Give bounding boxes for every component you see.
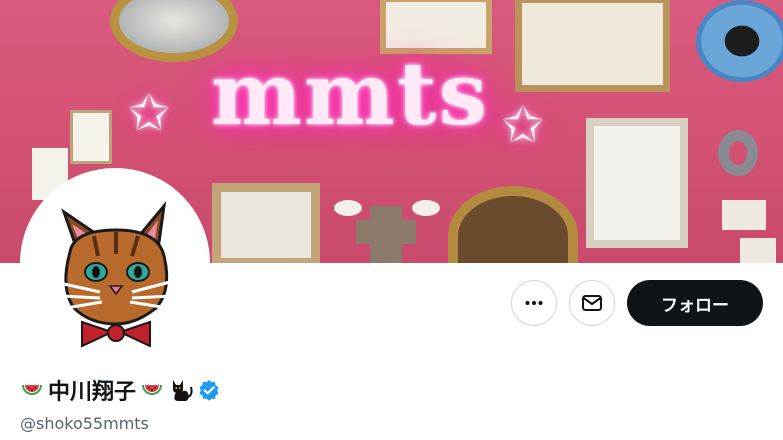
avatar[interactable] [20,168,210,358]
shell-mirror-decor [448,186,578,263]
message-button[interactable] [569,280,615,326]
neon-star-icon: ✩ [128,84,170,142]
eye-decor [412,200,440,216]
more-icon [525,301,543,305]
picture-frame [722,200,766,230]
profile-handle: @shoko55mmts [20,414,149,433]
more-button[interactable] [511,280,557,326]
display-name: 中川翔子 [48,380,137,405]
neon-sign-text: mmts [210,44,490,145]
black-cat-icon [173,380,193,401]
neon-star-icon: ✩ [502,96,544,154]
watermelon-icon [142,385,163,395]
watermelon-icon [22,385,42,395]
eye-decor [334,200,362,216]
picture-frame [740,238,776,263]
picture-frame [212,183,320,263]
picture-frame [70,110,112,164]
follow-button[interactable]: フォロー [627,280,763,326]
display-name-row: 中川翔子 [20,374,220,406]
picture-frame [586,118,688,248]
profile-actions: フォロー [511,280,763,326]
decorative-plate [696,0,783,82]
cross-decor [356,220,416,244]
verified-badge-icon[interactable] [198,379,220,401]
cat-avatar-icon [24,172,206,354]
picture-frame [515,0,670,92]
ring-decor [718,130,758,176]
mail-icon [582,295,602,311]
